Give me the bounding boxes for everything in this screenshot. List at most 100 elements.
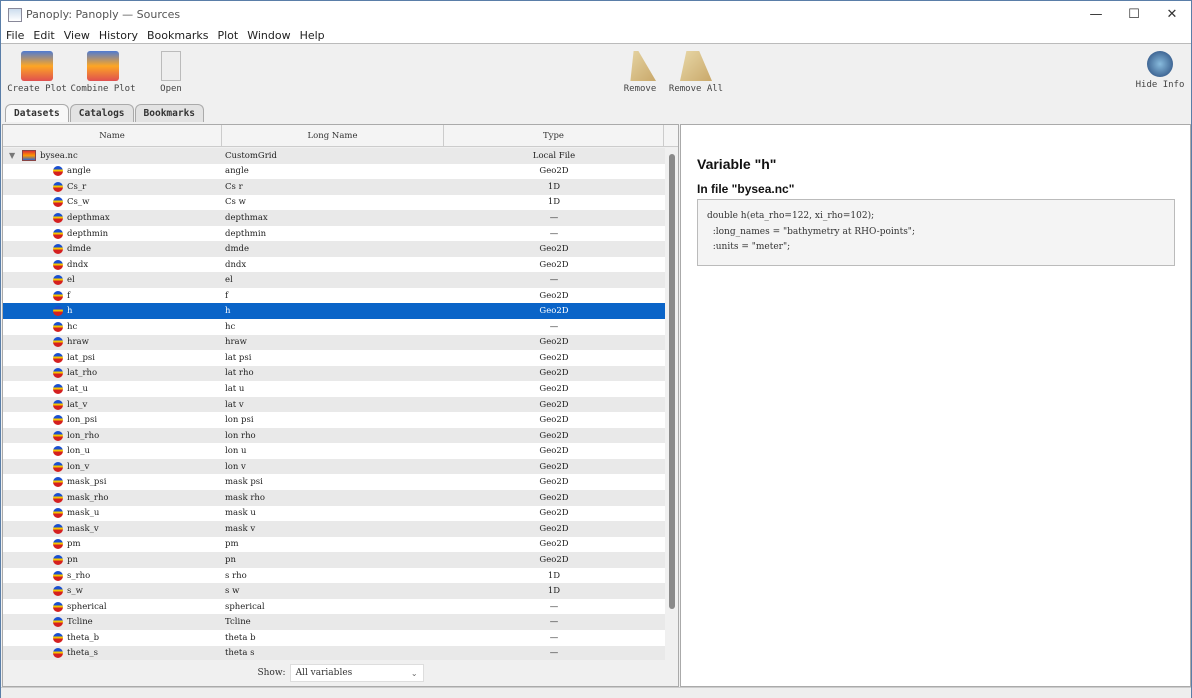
table-header: Name Long Name Type (3, 125, 678, 147)
variable-icon (53, 197, 63, 208)
create-plot-icon (21, 51, 53, 81)
variable-row[interactable]: lon_v lon v Geo2D (3, 458, 665, 475)
variable-long-name: lat rho (225, 368, 254, 379)
tab-bookmarks[interactable]: Bookmarks (134, 104, 205, 122)
variable-row[interactable]: mask_v mask v Geo2D (3, 521, 665, 537)
status-bar (1, 687, 1191, 698)
variable-icon (53, 415, 63, 426)
variable-row[interactable]: hraw hraw Geo2D (3, 334, 665, 351)
remove-all-button[interactable]: Remove All (661, 51, 731, 94)
variable-name: Cs_r (67, 181, 87, 192)
variable-name: mask_psi (67, 477, 107, 488)
variable-row[interactable]: mask_psi mask psi Geo2D (3, 474, 665, 490)
hide-info-label: Hide Info (1135, 80, 1185, 90)
variable-row[interactable]: hc hc — (3, 319, 665, 335)
variable-icon (53, 337, 63, 348)
variable-type: — (549, 228, 559, 239)
hide-info-button[interactable]: Hide Info (1125, 51, 1192, 90)
variable-row[interactable]: lon_rho lon rho Geo2D (3, 427, 665, 444)
variable-long-name: hc (225, 321, 236, 332)
menu-file[interactable]: File (1, 28, 28, 43)
variable-row[interactable]: mask_u mask u Geo2D (3, 506, 665, 522)
variable-type: Geo2D (539, 399, 569, 410)
variable-row[interactable]: lat_v lat v Geo2D (3, 396, 665, 413)
source-tabs: Datasets Catalogs Bookmarks (5, 104, 205, 122)
variable-row[interactable]: angle angle Geo2D (3, 164, 665, 180)
menu-bookmarks[interactable]: Bookmarks (142, 28, 212, 43)
create-plot-button[interactable]: Create Plot (2, 51, 72, 94)
menu-help[interactable]: Help (295, 28, 329, 43)
column-header-long-name[interactable]: Long Name (222, 125, 444, 146)
variable-row[interactable]: lat_psi lat psi Geo2D (3, 350, 665, 366)
chevron-down-icon: ⌄ (410, 668, 418, 678)
variable-row[interactable]: Cs_w Cs w 1D (3, 195, 665, 211)
variable-long-name: mask psi (225, 477, 263, 488)
variable-name: Cs_w (67, 197, 90, 208)
menu-history[interactable]: History (94, 28, 142, 43)
variable-row[interactable]: Tcline Tcline — (3, 614, 665, 630)
variable-row[interactable]: lon_u lon u Geo2D (3, 443, 665, 459)
show-filter: Show: All variables ⌄ (3, 664, 678, 682)
variable-row[interactable]: depthmax depthmax — (3, 210, 665, 226)
vertical-scrollbar[interactable] (666, 148, 678, 660)
variable-name: depthmin (67, 228, 109, 239)
variable-row[interactable]: s_w s w 1D (3, 583, 665, 599)
variable-row[interactable]: el el — (3, 272, 665, 288)
tab-catalogs[interactable]: Catalogs (69, 104, 134, 122)
variable-row[interactable]: mask_rho mask rho Geo2D (3, 490, 665, 506)
brooms-icon (680, 51, 712, 81)
open-button[interactable]: Open (136, 51, 206, 94)
column-header-type[interactable]: Type (444, 125, 664, 146)
variable-icon (53, 492, 63, 503)
variable-row[interactable]: s_rho s rho 1D (3, 568, 665, 584)
minimize-button[interactable]: — (1077, 1, 1115, 28)
variable-row[interactable]: lat_u lat u Geo2D (3, 381, 665, 397)
variable-row[interactable]: h h Geo2D (3, 303, 665, 320)
variable-name: angle (67, 166, 91, 177)
menu-plot[interactable]: Plot (212, 28, 242, 43)
scrollbar-thumb[interactable] (669, 154, 675, 609)
maximize-button[interactable]: ☐ (1115, 1, 1153, 28)
variable-row[interactable]: spherical spherical — (3, 599, 665, 615)
variable-row[interactable]: pn pn Geo2D (3, 552, 665, 568)
variable-icon (53, 477, 63, 488)
variable-row[interactable]: depthmin depthmin — (3, 226, 665, 242)
dataset-type: Local File (532, 150, 576, 161)
variable-type: 1D (547, 181, 561, 192)
variable-type: Geo2D (539, 368, 569, 379)
expand-triangle-icon[interactable]: ▼ (9, 151, 15, 160)
variable-row[interactable]: lon_psi lon psi Geo2D (3, 412, 665, 428)
variable-row[interactable]: pm pm Geo2D (3, 537, 665, 553)
variable-row[interactable]: dmde dmde Geo2D (3, 241, 665, 257)
variable-row[interactable]: theta_s theta s — (3, 645, 665, 660)
menu-window[interactable]: Window (242, 28, 294, 43)
menu-edit[interactable]: Edit (28, 28, 58, 43)
open-file-icon (161, 51, 181, 81)
column-header-name[interactable]: Name (3, 125, 222, 146)
close-button[interactable]: ✕ (1153, 1, 1191, 28)
variable-icon (53, 399, 63, 410)
variable-long-name: dndx (225, 259, 247, 270)
variable-row[interactable]: Cs_r Cs r 1D (3, 179, 665, 195)
variable-type: Geo2D (539, 461, 569, 472)
variable-row[interactable]: dndx dndx Geo2D (3, 257, 665, 273)
variable-type: Geo2D (539, 244, 569, 255)
variable-row[interactable]: lat_rho lat rho Geo2D (3, 365, 665, 382)
variable-type: Geo2D (539, 337, 569, 348)
combine-plot-button[interactable]: Combine Plot (68, 51, 138, 94)
combine-plot-label: Combine Plot (70, 84, 136, 94)
dataset-row[interactable]: ▼ bysea.nc CustomGrid Local File (3, 148, 665, 164)
variable-name: theta_s (67, 648, 99, 659)
show-select[interactable]: All variables ⌄ (289, 664, 424, 682)
info-icon (1147, 51, 1173, 77)
variable-row[interactable]: f f Geo2D (3, 288, 665, 304)
file-heading: In file "bysea.nc" (697, 182, 795, 196)
variable-long-name: theta b (225, 632, 256, 643)
tab-datasets[interactable]: Datasets (5, 104, 69, 122)
menu-view[interactable]: View (59, 28, 94, 43)
app-icon (8, 7, 22, 22)
variable-icon (53, 523, 63, 534)
variable-name: f (67, 290, 71, 301)
variable-row[interactable]: theta_b theta b — (3, 630, 665, 646)
variable-icon (53, 508, 63, 519)
